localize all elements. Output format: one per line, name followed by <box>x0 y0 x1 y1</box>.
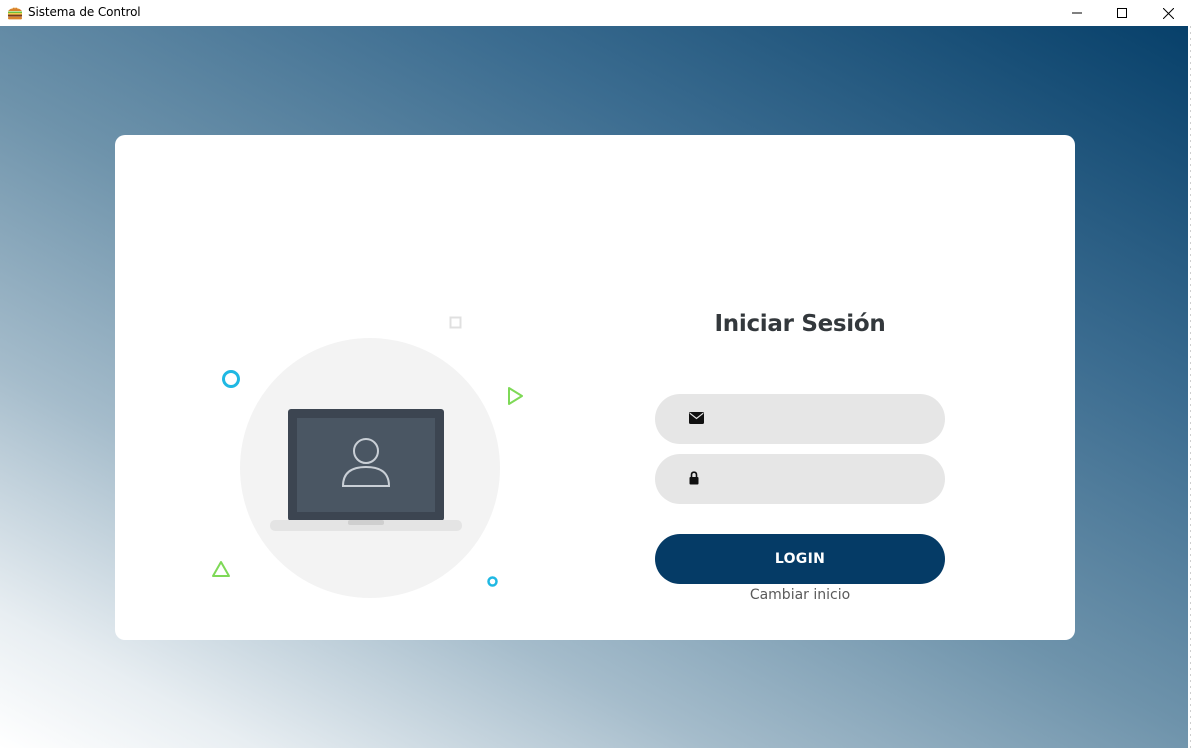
login-button[interactable]: LOGIN <box>655 534 945 584</box>
triangle-outline <box>212 561 230 577</box>
window-edge <box>1188 26 1193 748</box>
envelope-icon <box>689 412 704 424</box>
password-input[interactable] <box>715 454 925 504</box>
window-title: Sistema de Control <box>28 5 141 19</box>
minimize-icon <box>1072 12 1082 14</box>
square-outline <box>449 316 462 329</box>
lock-icon <box>689 471 699 485</box>
change-login-link[interactable]: Cambiar inicio <box>655 587 945 603</box>
laptop-user-icon <box>270 409 462 531</box>
minimize-button[interactable] <box>1054 0 1100 26</box>
close-icon <box>1162 7 1174 19</box>
password-field[interactable] <box>655 454 945 504</box>
title-bar: Sistema de Control <box>0 0 1193 26</box>
login-title: Iniciar Sesión <box>714 311 886 337</box>
maximize-button[interactable] <box>1099 0 1145 26</box>
email-input[interactable] <box>715 394 925 444</box>
email-field[interactable] <box>655 394 945 444</box>
circle-outline <box>222 370 240 388</box>
close-button[interactable] <box>1145 0 1191 26</box>
burger-app-icon <box>8 7 22 20</box>
login-card: Iniciar Sesión LOGIN Cambiar inicio <box>115 135 1075 640</box>
login-illustration <box>200 305 540 615</box>
small-circle-outline <box>487 576 498 587</box>
maximize-icon <box>1117 8 1127 18</box>
play-triangle-outline <box>508 387 523 405</box>
